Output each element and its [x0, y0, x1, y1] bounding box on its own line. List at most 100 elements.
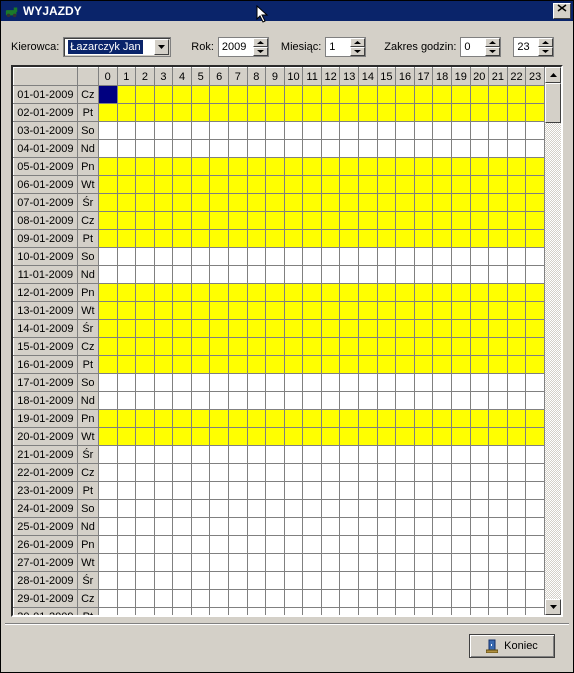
hour-cell[interactable] — [340, 86, 359, 104]
hour-cell[interactable] — [136, 248, 155, 266]
hour-cell[interactable] — [451, 86, 470, 104]
hour-cell[interactable] — [247, 428, 266, 446]
hour-cell[interactable] — [266, 572, 285, 590]
hour-cell[interactable] — [98, 176, 117, 194]
hour-cell[interactable] — [433, 356, 452, 374]
hour-cell[interactable] — [526, 140, 545, 158]
hour-cell[interactable] — [451, 554, 470, 572]
hour-cell[interactable] — [191, 86, 210, 104]
hour-cell[interactable] — [191, 374, 210, 392]
hour-cell[interactable] — [470, 446, 489, 464]
hour-cell[interactable] — [507, 212, 526, 230]
hour-cell[interactable] — [229, 518, 248, 536]
hour-cell[interactable] — [117, 248, 136, 266]
hour-cell[interactable] — [507, 608, 526, 616]
hour-cell[interactable] — [396, 158, 415, 176]
hour-cell[interactable] — [414, 572, 433, 590]
hour-cell[interactable] — [321, 500, 340, 518]
hour-cell[interactable] — [284, 302, 303, 320]
hour-cell[interactable] — [359, 158, 378, 176]
hour-cell[interactable] — [433, 122, 452, 140]
hour-cell[interactable] — [303, 158, 322, 176]
hour-cell[interactable] — [136, 212, 155, 230]
range-to-spinner[interactable] — [513, 37, 554, 57]
hour-cell[interactable] — [489, 266, 508, 284]
hour-cell[interactable] — [414, 374, 433, 392]
hour-cell[interactable] — [266, 104, 285, 122]
hour-cell[interactable] — [470, 158, 489, 176]
hour-cell[interactable] — [136, 176, 155, 194]
hour-cell[interactable] — [191, 536, 210, 554]
hour-cell[interactable] — [321, 104, 340, 122]
hour-cell[interactable] — [433, 158, 452, 176]
hour-cell[interactable] — [396, 338, 415, 356]
hour-cell[interactable] — [117, 230, 136, 248]
hour-cell[interactable] — [98, 302, 117, 320]
hour-cell[interactable] — [266, 500, 285, 518]
hour-cell[interactable] — [489, 338, 508, 356]
schedule-grid[interactable]: 01234567891011121314151617181920212223 0… — [13, 67, 545, 615]
hour-cell[interactable] — [526, 500, 545, 518]
hour-cell[interactable] — [470, 554, 489, 572]
hour-cell[interactable] — [396, 248, 415, 266]
hour-cell[interactable] — [117, 284, 136, 302]
hour-cell[interactable] — [470, 482, 489, 500]
hour-cell[interactable] — [229, 284, 248, 302]
hour-cell[interactable] — [507, 284, 526, 302]
hour-cell[interactable] — [303, 392, 322, 410]
hour-cell[interactable] — [321, 536, 340, 554]
hour-cell[interactable] — [191, 104, 210, 122]
hour-cell[interactable] — [340, 392, 359, 410]
hour-cell[interactable] — [98, 104, 117, 122]
hour-cell[interactable] — [507, 410, 526, 428]
hour-cell[interactable] — [154, 608, 173, 616]
hour-cell[interactable] — [377, 374, 396, 392]
hour-cell[interactable] — [359, 554, 378, 572]
hour-cell[interactable] — [340, 248, 359, 266]
hour-cell[interactable] — [340, 590, 359, 608]
hour-cell[interactable] — [303, 338, 322, 356]
hour-cell[interactable] — [98, 410, 117, 428]
hour-cell[interactable] — [489, 320, 508, 338]
hour-cell[interactable] — [284, 572, 303, 590]
hour-cell[interactable] — [154, 446, 173, 464]
hour-cell[interactable] — [98, 122, 117, 140]
hour-cell[interactable] — [98, 266, 117, 284]
hour-cell[interactable] — [229, 338, 248, 356]
hour-cell[interactable] — [507, 194, 526, 212]
range-to-down[interactable] — [538, 47, 553, 56]
hour-cell[interactable] — [191, 500, 210, 518]
hour-cell[interactable] — [507, 302, 526, 320]
hour-cell[interactable] — [247, 266, 266, 284]
hour-cell[interactable] — [340, 140, 359, 158]
hour-cell[interactable] — [526, 608, 545, 616]
hour-cell[interactable] — [229, 86, 248, 104]
hour-cell[interactable] — [154, 122, 173, 140]
hour-cell[interactable] — [154, 464, 173, 482]
hour-cell[interactable] — [173, 320, 192, 338]
hour-cell[interactable] — [98, 518, 117, 536]
hour-cell[interactable] — [470, 500, 489, 518]
hour-cell[interactable] — [489, 572, 508, 590]
hour-cell[interactable] — [303, 518, 322, 536]
hour-cell[interactable] — [359, 590, 378, 608]
hour-cell[interactable] — [377, 518, 396, 536]
hour-cell[interactable] — [303, 122, 322, 140]
hour-cell[interactable] — [247, 338, 266, 356]
hour-cell[interactable] — [396, 104, 415, 122]
hour-cell[interactable] — [210, 158, 229, 176]
hour-cell[interactable] — [377, 176, 396, 194]
hour-cell[interactable] — [451, 500, 470, 518]
hour-cell[interactable] — [507, 536, 526, 554]
hour-cell[interactable] — [470, 518, 489, 536]
close-window-button[interactable] — [553, 3, 571, 19]
hour-cell[interactable] — [489, 536, 508, 554]
hour-cell[interactable] — [433, 194, 452, 212]
hour-cell[interactable] — [98, 428, 117, 446]
hour-cell[interactable] — [526, 212, 545, 230]
hour-cell[interactable] — [433, 536, 452, 554]
hour-cell[interactable] — [191, 464, 210, 482]
hour-cell[interactable] — [266, 356, 285, 374]
hour-cell[interactable] — [117, 266, 136, 284]
hour-cell[interactable] — [470, 194, 489, 212]
